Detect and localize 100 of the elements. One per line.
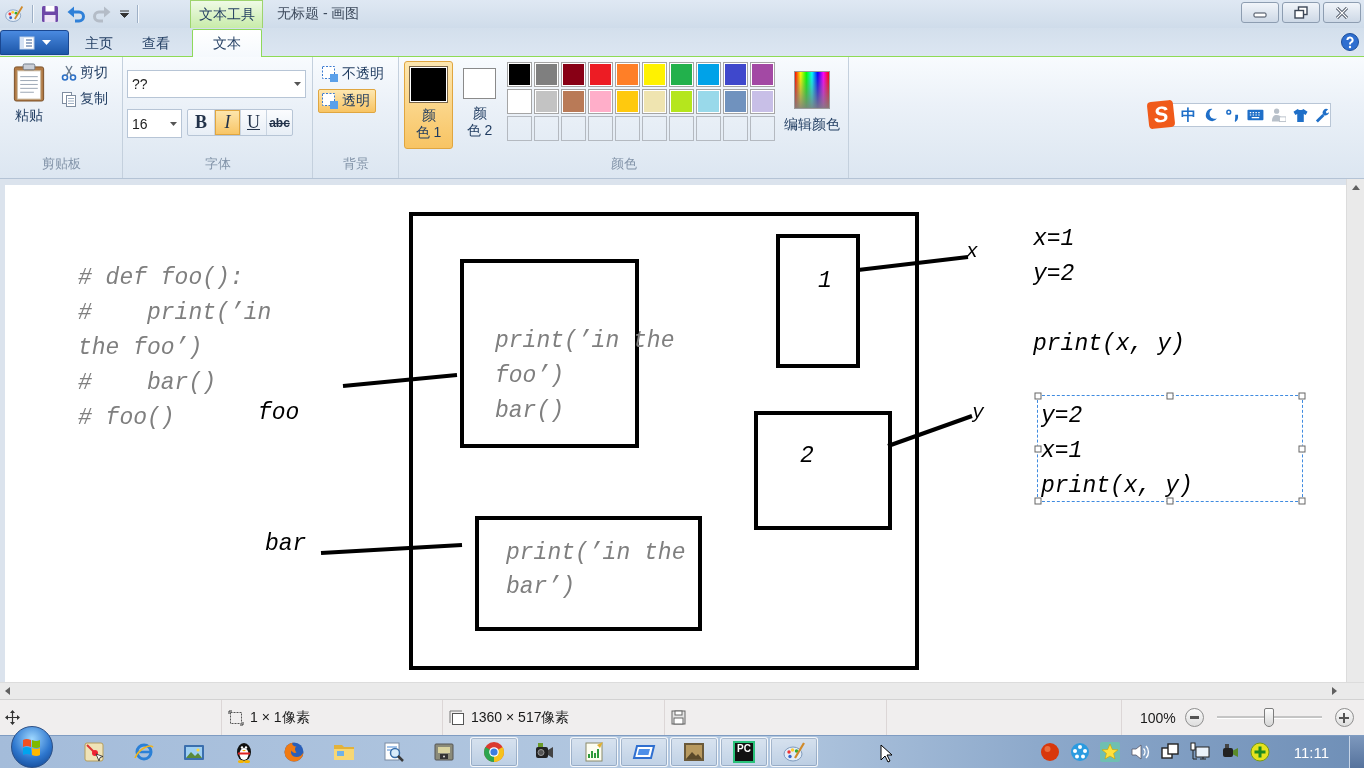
resize-handle[interactable] xyxy=(1034,392,1042,400)
font-family-dropdown[interactable]: ?? xyxy=(127,70,306,98)
resize-handle[interactable] xyxy=(1298,445,1306,452)
empty-color-slot[interactable] xyxy=(642,116,667,141)
color-swatch-icon[interactable] xyxy=(615,62,640,87)
canvas-text: # def foo(): xyxy=(78,264,244,292)
film-reel-icon[interactable] xyxy=(1069,742,1090,762)
star-icon[interactable] xyxy=(1099,742,1120,762)
font-size-dropdown[interactable]: 16 xyxy=(127,109,182,138)
keyboard-icon[interactable] xyxy=(1247,108,1264,122)
speaker-icon[interactable] xyxy=(1129,742,1150,762)
clipboard-icon xyxy=(12,63,46,102)
empty-color-slot[interactable] xyxy=(615,116,640,141)
edit-colors-button[interactable]: 编辑颜色 xyxy=(781,61,843,134)
background-mode-button[interactable]: 不透明 xyxy=(318,62,390,86)
zoom-out-button[interactable] xyxy=(1184,708,1204,727)
horizontal-scrollbar[interactable] xyxy=(0,682,1364,699)
color-swatch-icon[interactable] xyxy=(750,89,775,114)
show-desktop-button[interactable] xyxy=(1349,736,1364,768)
flag-icon xyxy=(22,738,42,756)
color-swatch-icon[interactable] xyxy=(642,62,667,87)
canvas-size-icon xyxy=(449,709,465,726)
shirt-icon[interactable] xyxy=(1292,107,1308,123)
color-select-button[interactable]: 颜色 1 xyxy=(404,61,453,149)
plus-icon[interactable] xyxy=(1249,742,1270,762)
color-swatch-icon[interactable] xyxy=(615,89,640,114)
color-swatch-icon[interactable] xyxy=(507,89,532,114)
italic-button[interactable]: I xyxy=(214,110,240,135)
empty-color-slot[interactable] xyxy=(561,116,586,141)
canvas-text: # bar() xyxy=(78,369,217,397)
scroll-right-arrow-icon[interactable] xyxy=(1332,687,1337,695)
empty-color-slot[interactable] xyxy=(534,116,559,141)
group-label: 字体 xyxy=(204,155,231,173)
underline-button[interactable]: U xyxy=(240,110,266,135)
context-tab-header: 文本工具 xyxy=(190,0,263,28)
customize-caret-icon[interactable] xyxy=(120,10,129,18)
text-selection-box[interactable] xyxy=(1037,395,1303,502)
zoom-in-button[interactable] xyxy=(1334,708,1354,727)
color-swatch-icon[interactable] xyxy=(723,89,748,114)
cut-button[interactable]: 剪切 xyxy=(59,62,110,84)
plus-icon xyxy=(1339,712,1350,723)
color-swatch-icon[interactable] xyxy=(534,89,559,114)
ribbon-tab[interactable]: 主页 xyxy=(74,31,124,56)
vertical-scrollbar[interactable] xyxy=(1346,179,1364,682)
color-swatch-icon[interactable] xyxy=(561,89,586,114)
wrench-icon[interactable] xyxy=(1314,107,1330,123)
empty-color-slot[interactable] xyxy=(750,116,775,141)
dropdown-caret-icon xyxy=(170,121,177,126)
ribbon-tab[interactable]: 查看 xyxy=(131,31,181,56)
color-swatch-icon[interactable] xyxy=(696,89,721,114)
person-icon[interactable] xyxy=(1270,107,1286,123)
color-swatch-icon[interactable] xyxy=(696,62,721,87)
color-swatch-icon[interactable] xyxy=(750,62,775,87)
color-swatch-icon[interactable] xyxy=(588,62,613,87)
color-swatch-icon[interactable] xyxy=(561,62,586,87)
resize-handle[interactable] xyxy=(1298,392,1306,400)
empty-color-slot[interactable] xyxy=(588,116,613,141)
restore-button[interactable] xyxy=(1282,2,1320,23)
resize-handle[interactable] xyxy=(1166,392,1174,400)
background-mode-button[interactable]: 透明 xyxy=(318,89,376,113)
undo-arrow-icon[interactable] xyxy=(67,5,85,23)
resize-handle[interactable] xyxy=(1034,445,1042,452)
ribbon-tab[interactable]: 文本 xyxy=(192,29,262,57)
empty-color-slot[interactable] xyxy=(507,116,532,141)
color-swatch-icon[interactable] xyxy=(534,62,559,87)
empty-color-slot[interactable] xyxy=(669,116,694,141)
resize-handle[interactable] xyxy=(1034,497,1042,505)
taskbar-button[interactable] xyxy=(670,737,718,767)
scroll-up-arrow-icon[interactable] xyxy=(1351,185,1360,190)
paste-button[interactable]: 粘贴 xyxy=(7,61,51,127)
group-label: 剪贴板 xyxy=(41,155,81,173)
bold-button[interactable]: B xyxy=(188,110,214,135)
color-swatch-icon[interactable] xyxy=(588,89,613,114)
punctuation-icon[interactable] xyxy=(1225,107,1241,123)
color-swatch-icon[interactable] xyxy=(507,62,532,87)
paint-palette-icon[interactable] xyxy=(4,4,24,24)
slider-thumb[interactable] xyxy=(1264,708,1275,727)
taskbar-button[interactable]: PC xyxy=(720,737,768,767)
resize-handle[interactable] xyxy=(1298,497,1306,505)
selection-size-icon xyxy=(228,709,244,726)
ball-icon[interactable] xyxy=(1039,742,1060,762)
empty-color-slot[interactable] xyxy=(696,116,721,141)
scroll-left-arrow-icon[interactable] xyxy=(5,687,10,695)
app-menu-button[interactable] xyxy=(0,30,69,55)
color-swatch-icon[interactable] xyxy=(669,62,694,87)
input-mode-toggle[interactable]: 中 xyxy=(1181,105,1196,125)
color-select-button[interactable]: 颜色 2 xyxy=(455,61,504,149)
color-swatch-icon[interactable] xyxy=(642,89,667,114)
overlapping-squares-icon[interactable] xyxy=(1159,742,1180,762)
empty-color-slot[interactable] xyxy=(723,116,748,141)
color-swatch-icon[interactable] xyxy=(723,62,748,87)
moon-icon[interactable] xyxy=(1203,107,1218,123)
close-button[interactable] xyxy=(1323,2,1361,23)
canvas-text: x xyxy=(966,239,978,265)
color-swatch-icon[interactable] xyxy=(669,89,694,114)
strikethrough-button[interactable]: abc xyxy=(266,110,292,135)
network-computer-icon[interactable] xyxy=(1189,742,1210,762)
copy-button[interactable]: 复制 xyxy=(59,88,110,110)
help-icon[interactable] xyxy=(1341,33,1359,51)
resize-handle[interactable] xyxy=(1166,497,1174,505)
